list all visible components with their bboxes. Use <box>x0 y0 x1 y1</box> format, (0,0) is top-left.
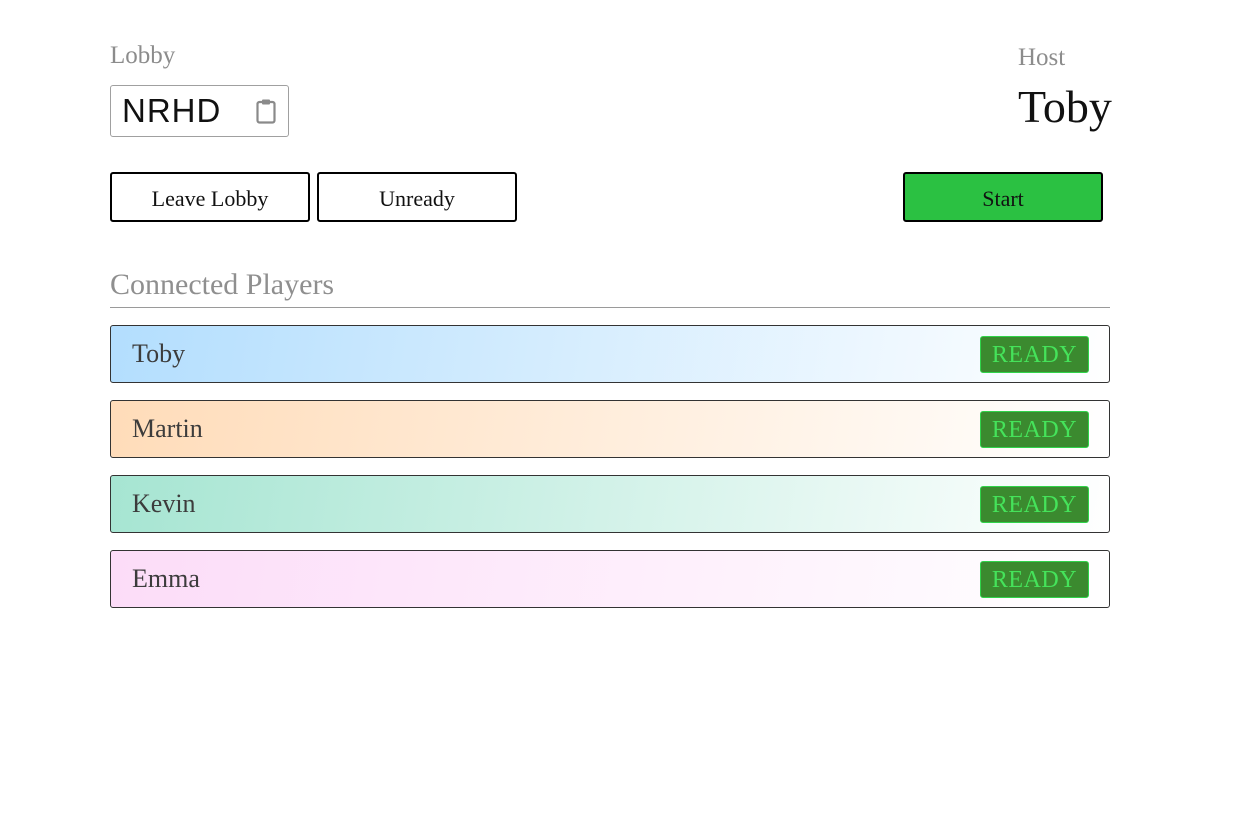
connected-players-title: Connected Players <box>110 268 335 301</box>
unready-button[interactable]: Unready <box>317 172 517 222</box>
player-name: Toby <box>132 339 186 368</box>
player-row: Toby READY <box>110 325 1110 383</box>
leave-lobby-button[interactable]: Leave Lobby <box>110 172 310 222</box>
player-name: Kevin <box>132 489 196 518</box>
start-button[interactable]: Start <box>903 172 1103 222</box>
host-label: Host <box>1018 44 1066 71</box>
ready-status-badge: READY <box>980 411 1089 448</box>
player-name: Emma <box>132 564 200 593</box>
lobby-code: NRHD <box>122 92 222 129</box>
lobby-label: Lobby <box>110 42 176 69</box>
player-row: Emma READY <box>110 550 1110 608</box>
ready-status-badge: READY <box>980 336 1089 373</box>
section-divider <box>110 307 1110 308</box>
host-name: Toby <box>1018 81 1112 132</box>
lobby-page: Lobby NRHD Host Toby Leave Lobby Unready… <box>0 0 1249 817</box>
clipboard-icon[interactable] <box>256 98 276 124</box>
player-list: Toby READY Martin READY Kevin READY Emma… <box>110 325 1110 625</box>
player-name: Martin <box>132 414 203 443</box>
lobby-code-field[interactable]: NRHD <box>110 85 289 137</box>
player-row: Martin READY <box>110 400 1110 458</box>
ready-status-badge: READY <box>980 486 1089 523</box>
ready-status-badge: READY <box>980 561 1089 598</box>
player-row: Kevin READY <box>110 475 1110 533</box>
